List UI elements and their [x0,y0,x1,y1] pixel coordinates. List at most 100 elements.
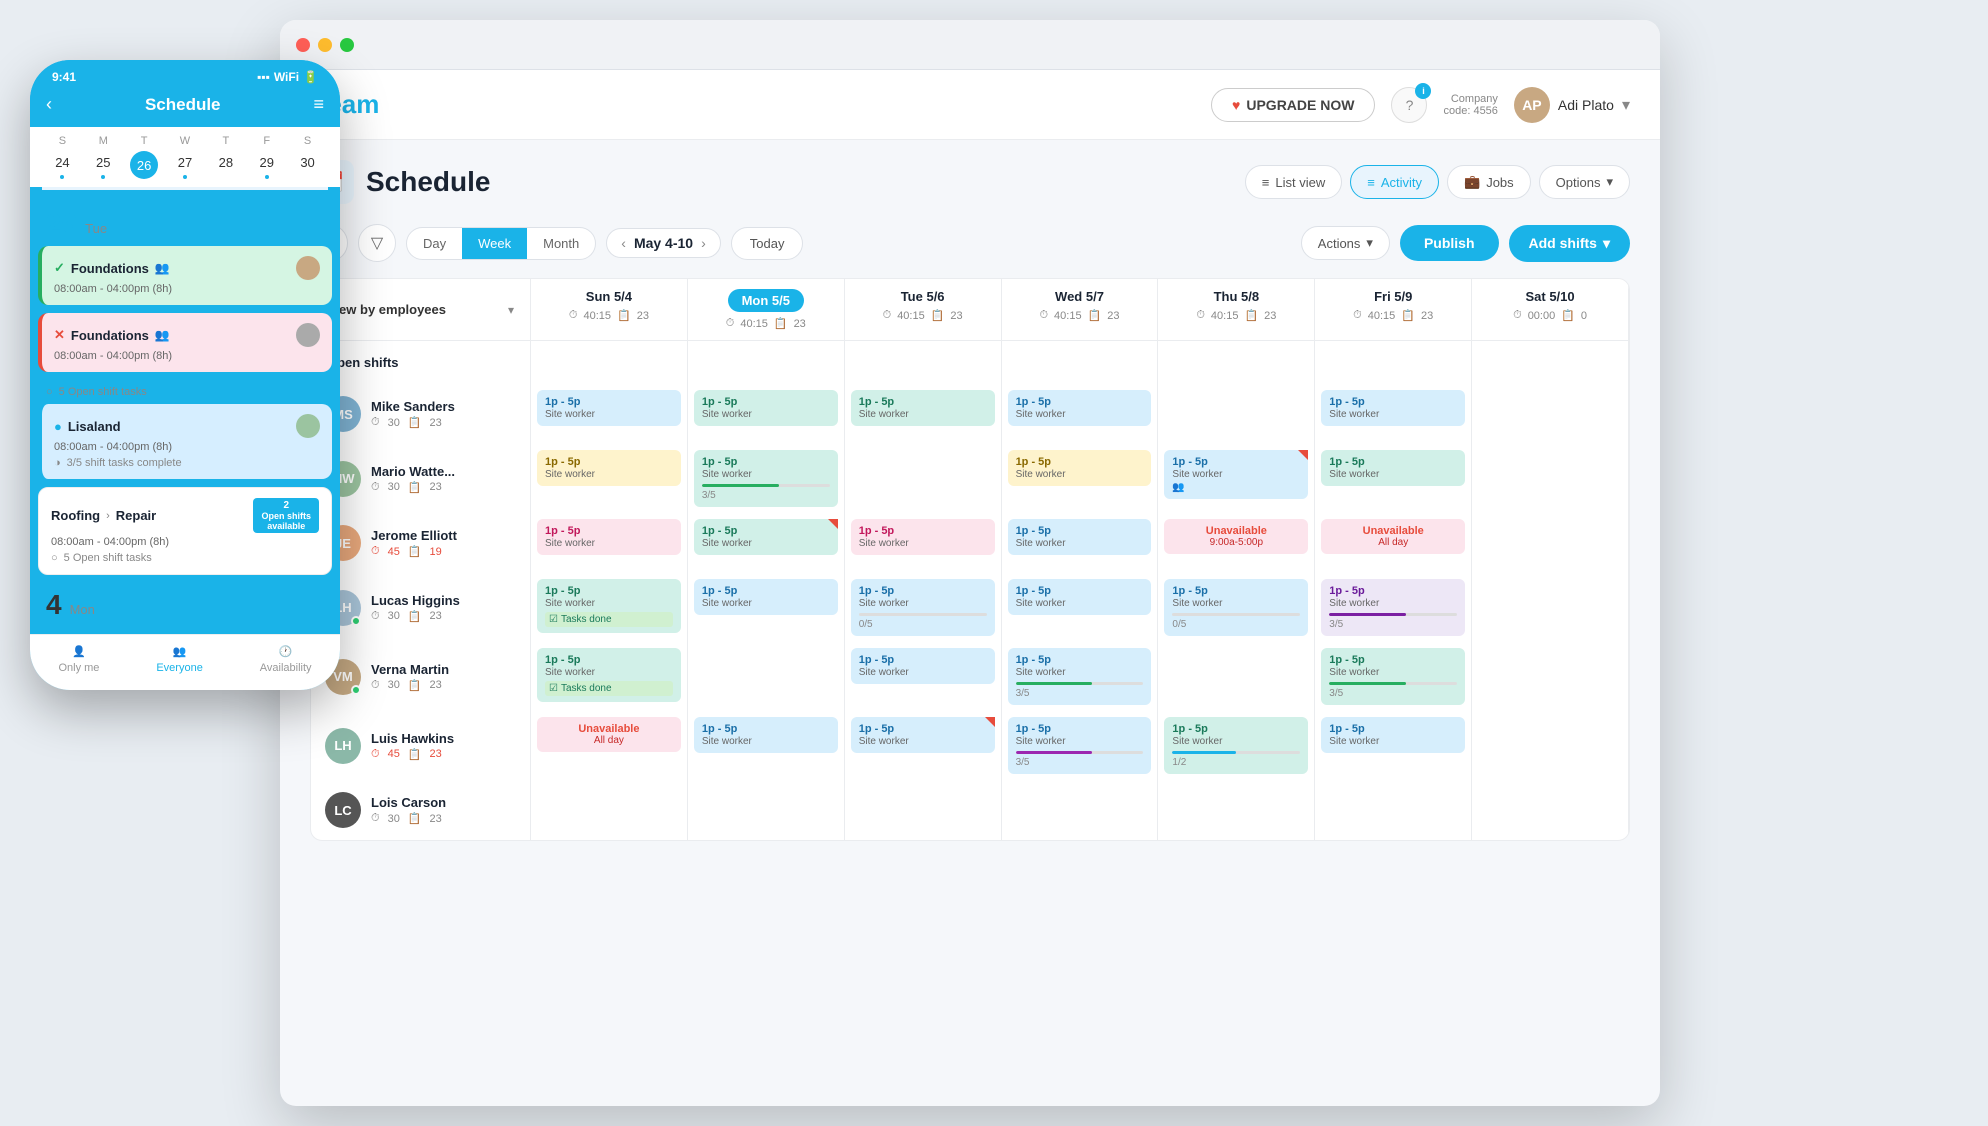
publish-button[interactable]: Publish [1400,225,1499,261]
battery-icon: 🔋 [303,70,318,84]
jerome-shift-tue[interactable]: 1p - 5p Site worker [845,513,1002,573]
toolbar-right: Actions ▾ Publish Add shifts ▾ [1301,225,1630,262]
date-nav: ‹ May 4-10 › [606,228,721,258]
employee-mike-sanders: MS Mike Sanders ⏱30 📋23 [311,384,531,444]
toolbar-left: 🔍 ▽ Day Week Month ‹ May 4-10 › Today [310,224,803,262]
nav-availability[interactable]: 🕐 Availability [260,645,312,674]
add-shifts-button[interactable]: Add shifts ▾ [1509,225,1630,262]
cal-day-27[interactable]: 27 [165,151,206,179]
day-toggle[interactable]: Day [407,228,462,259]
filter-button[interactable]: ▽ [358,224,396,262]
verna-shift-tue[interactable]: 1p - 5p Site worker [845,642,1002,711]
lois-shift-fri [1315,780,1472,840]
lucas-shift-mon[interactable]: 1p - 5p Site worker [688,573,845,642]
doc-icon-sat: 📋 [1561,309,1575,322]
mario-shift-sun[interactable]: 1p - 5p Site worker [531,444,688,513]
desktop-window: tteam ♥ UPGRADE NOW ? i Company code: 45… [280,20,1660,1106]
month-toggle[interactable]: Month [527,228,595,259]
cal-day-24[interactable]: 24 [42,151,83,179]
nav-everyone[interactable]: 👥 Everyone [156,645,202,674]
circle-icon: ○ [46,386,53,398]
mike-shift-tue[interactable]: 1p - 5p Site worker [845,384,1002,444]
verna-shift-wed[interactable]: 1p - 5p Site worker 3/5 [1002,642,1159,711]
mario-shift-thu[interactable]: 1p - 5p Site worker 👥 [1158,444,1315,513]
jerome-shift-thu[interactable]: Unavailable 9:00a-5:00p [1158,513,1315,573]
activity-icon: ≡ [1367,175,1375,190]
next-week-button[interactable]: › [701,235,706,251]
lucas-shift-thu[interactable]: 1p - 5p Site worker 0/5 [1158,573,1315,642]
tab-activity[interactable]: ≡ Activity [1350,165,1439,199]
prev-week-button[interactable]: ‹ [621,235,626,251]
open-shifts-label: Open shifts [311,341,531,384]
tab-jobs[interactable]: 💼 Jobs [1447,165,1531,199]
back-button[interactable]: ‹ [46,94,52,115]
day-header-wed: Wed 5/7 ⏱ 40:15 📋 23 [1002,279,1159,341]
upgrade-button[interactable]: ♥ UPGRADE NOW [1211,88,1375,122]
lois-shift-wed [1002,780,1159,840]
luis-shift-thu[interactable]: 1p - 5p Site worker 1/2 [1158,711,1315,780]
alert-icon-2: ⏱ [371,748,380,761]
online-dot [351,616,361,626]
user-menu[interactable]: AP Adi Plato ▾ [1514,87,1630,123]
maximize-button[interactable] [340,38,354,52]
luis-shift-sun[interactable]: Unavailable All day [531,711,688,780]
phone-cal-days-header: S M T W T F S [42,135,328,147]
group-icon: 👥 [155,261,170,275]
mike-shift-mon[interactable]: 1p - 5p Site worker [688,384,845,444]
doc-icon: 📋 [617,309,631,322]
day-header-tue: Tue 5/6 ⏱ 40:15 📋 23 [845,279,1002,341]
jerome-shift-fri[interactable]: Unavailable All day [1315,513,1472,573]
verna-shift-sun[interactable]: 1p - 5p Site worker ☑ Tasks done [531,642,688,711]
mike-shift-wed[interactable]: 1p - 5p Site worker [1002,384,1159,444]
week-toggle[interactable]: Week [462,228,527,259]
close-button[interactable] [296,38,310,52]
mike-shift-sun[interactable]: 1p - 5p Site worker [531,384,688,444]
verna-shift-fri[interactable]: 1p - 5p Site worker 3/5 [1315,642,1472,711]
shift-avatar-2 [296,323,320,347]
employee-jerome-elliott: JE Jerome Elliott ⏱45 📋19 [311,513,531,573]
cal-day-25[interactable]: 25 [83,151,124,179]
lucas-shift-fri[interactable]: 1p - 5p Site worker 3/5 [1315,573,1472,642]
actions-button[interactable]: Actions ▾ [1301,226,1390,260]
mario-shift-wed[interactable]: 1p - 5p Site worker [1002,444,1159,513]
help-button[interactable]: ? i [1391,87,1427,123]
today-button[interactable]: Today [731,227,804,260]
luis-shift-mon[interactable]: 1p - 5p Site worker [688,711,845,780]
cal-day-30[interactable]: 30 [287,151,328,179]
online-dot-2 [351,685,361,695]
mario-shift-fri[interactable]: 1p - 5p Site worker [1315,444,1472,513]
cal-day-28[interactable]: 28 [205,151,246,179]
mario-shift-mon[interactable]: 1p - 5p Site worker 3/5 [688,444,845,513]
jerome-shift-wed[interactable]: 1p - 5p Site worker [1002,513,1159,573]
lucas-shift-sun[interactable]: 1p - 5p Site worker ☑ Tasks done [531,573,688,642]
open-shift-wed [1002,341,1159,384]
open-shift-mon [688,341,845,384]
lucas-shift-tue[interactable]: 1p - 5p Site worker 0/5 [845,573,1002,642]
luis-shift-wed[interactable]: 1p - 5p Site worker 3/5 [1002,711,1159,780]
tab-options[interactable]: Options ▾ [1539,165,1630,199]
mike-shift-fri[interactable]: 1p - 5p Site worker [1315,384,1472,444]
jerome-shift-sun[interactable]: 1p - 5p Site worker [531,513,688,573]
luis-shift-fri[interactable]: 1p - 5p Site worker [1315,711,1472,780]
nav-only-me[interactable]: 👤 Only me [58,645,99,674]
x-icon: ✕ [54,327,65,343]
open-shift-tasks-1: ○ 5 Open shift tasks [38,380,332,404]
lucas-shift-wed[interactable]: 1p - 5p Site worker [1002,573,1159,642]
cal-day-26[interactable]: 26 [130,151,158,179]
jerome-shift-mon[interactable]: 1p - 5p Site worker [688,513,845,573]
check-icon-2: ☑ [549,683,558,694]
minimize-button[interactable] [318,38,332,52]
luis-shift-tue[interactable]: 1p - 5p Site worker [845,711,1002,780]
doc-icon-tue: 📋 [931,309,945,322]
shift-foundations-2[interactable]: ✕ Foundations 👥 08:00am - 04:00pm (8h) [38,313,332,372]
clock-icon-thu: ⏱ [1196,309,1205,322]
jerome-shift-sat [1472,513,1629,573]
menu-icon[interactable]: ≡ [313,94,324,115]
shift-lisaland[interactable]: ● Lisaland 08:00am - 04:00pm (8h) ◑ 3/5 … [38,404,332,479]
shift-roofing[interactable]: Roofing › Repair 2 Open shifts available… [38,487,332,575]
tab-list-view[interactable]: ≡ List view [1245,165,1342,199]
day-header-mon: Mon 5/5 ⏱ 40:15 📋 23 [688,279,845,341]
shift-foundations-1[interactable]: ✓ Foundations 👥 08:00am - 04:00pm (8h) [38,246,332,305]
cal-day-29[interactable]: 29 [246,151,287,179]
clock-icon-sat: ⏱ [1513,309,1522,322]
